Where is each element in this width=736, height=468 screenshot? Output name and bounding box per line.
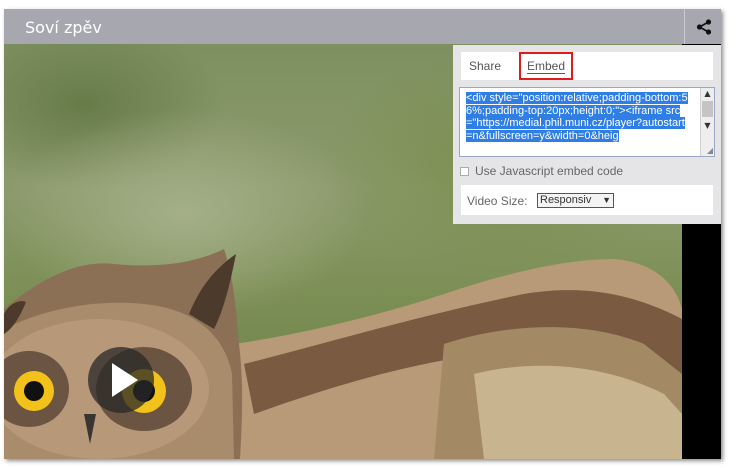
tab-share[interactable]: Share [467, 55, 503, 77]
share-icon [696, 18, 711, 35]
scroll-thumb[interactable] [702, 101, 713, 117]
scroll-down-icon[interactable]: ▼ [701, 120, 714, 132]
title-bar: Soví zpěv [4, 9, 721, 44]
embed-code-selection: <div style="position:relative;padding-bo… [466, 92, 688, 142]
share-panel: Share Embed <div style="position:relativ… [453, 45, 721, 224]
embed-code-text: <div style="position:relative;padding-bo… [466, 92, 688, 142]
scroll-up-icon[interactable]: ▲ [701, 88, 714, 100]
js-embed-checkbox[interactable] [460, 166, 469, 176]
tab-embed-label: Embed [527, 59, 566, 74]
play-icon [112, 363, 138, 397]
video-size-row: Video Size: Responsiv ▼ [461, 185, 713, 215]
share-tabs: Share Embed [461, 52, 713, 80]
video-size-value: Responsiv [540, 194, 592, 206]
video-size-select[interactable]: Responsiv ▼ [537, 193, 614, 208]
tab-embed[interactable]: Embed [519, 52, 574, 80]
video-size-label: Video Size: [467, 194, 528, 208]
js-embed-option: Use Javascript embed code [460, 164, 623, 178]
share-button[interactable] [684, 9, 721, 44]
chevron-down-icon: ▼ [602, 195, 611, 205]
resize-handle-icon[interactable]: ◢ [707, 146, 713, 155]
js-embed-label: Use Javascript embed code [475, 164, 624, 178]
embed-code-textarea[interactable]: <div style="position:relative;padding-bo… [459, 87, 715, 157]
play-button[interactable] [88, 347, 154, 413]
video-title: Soví zpěv [25, 18, 102, 37]
